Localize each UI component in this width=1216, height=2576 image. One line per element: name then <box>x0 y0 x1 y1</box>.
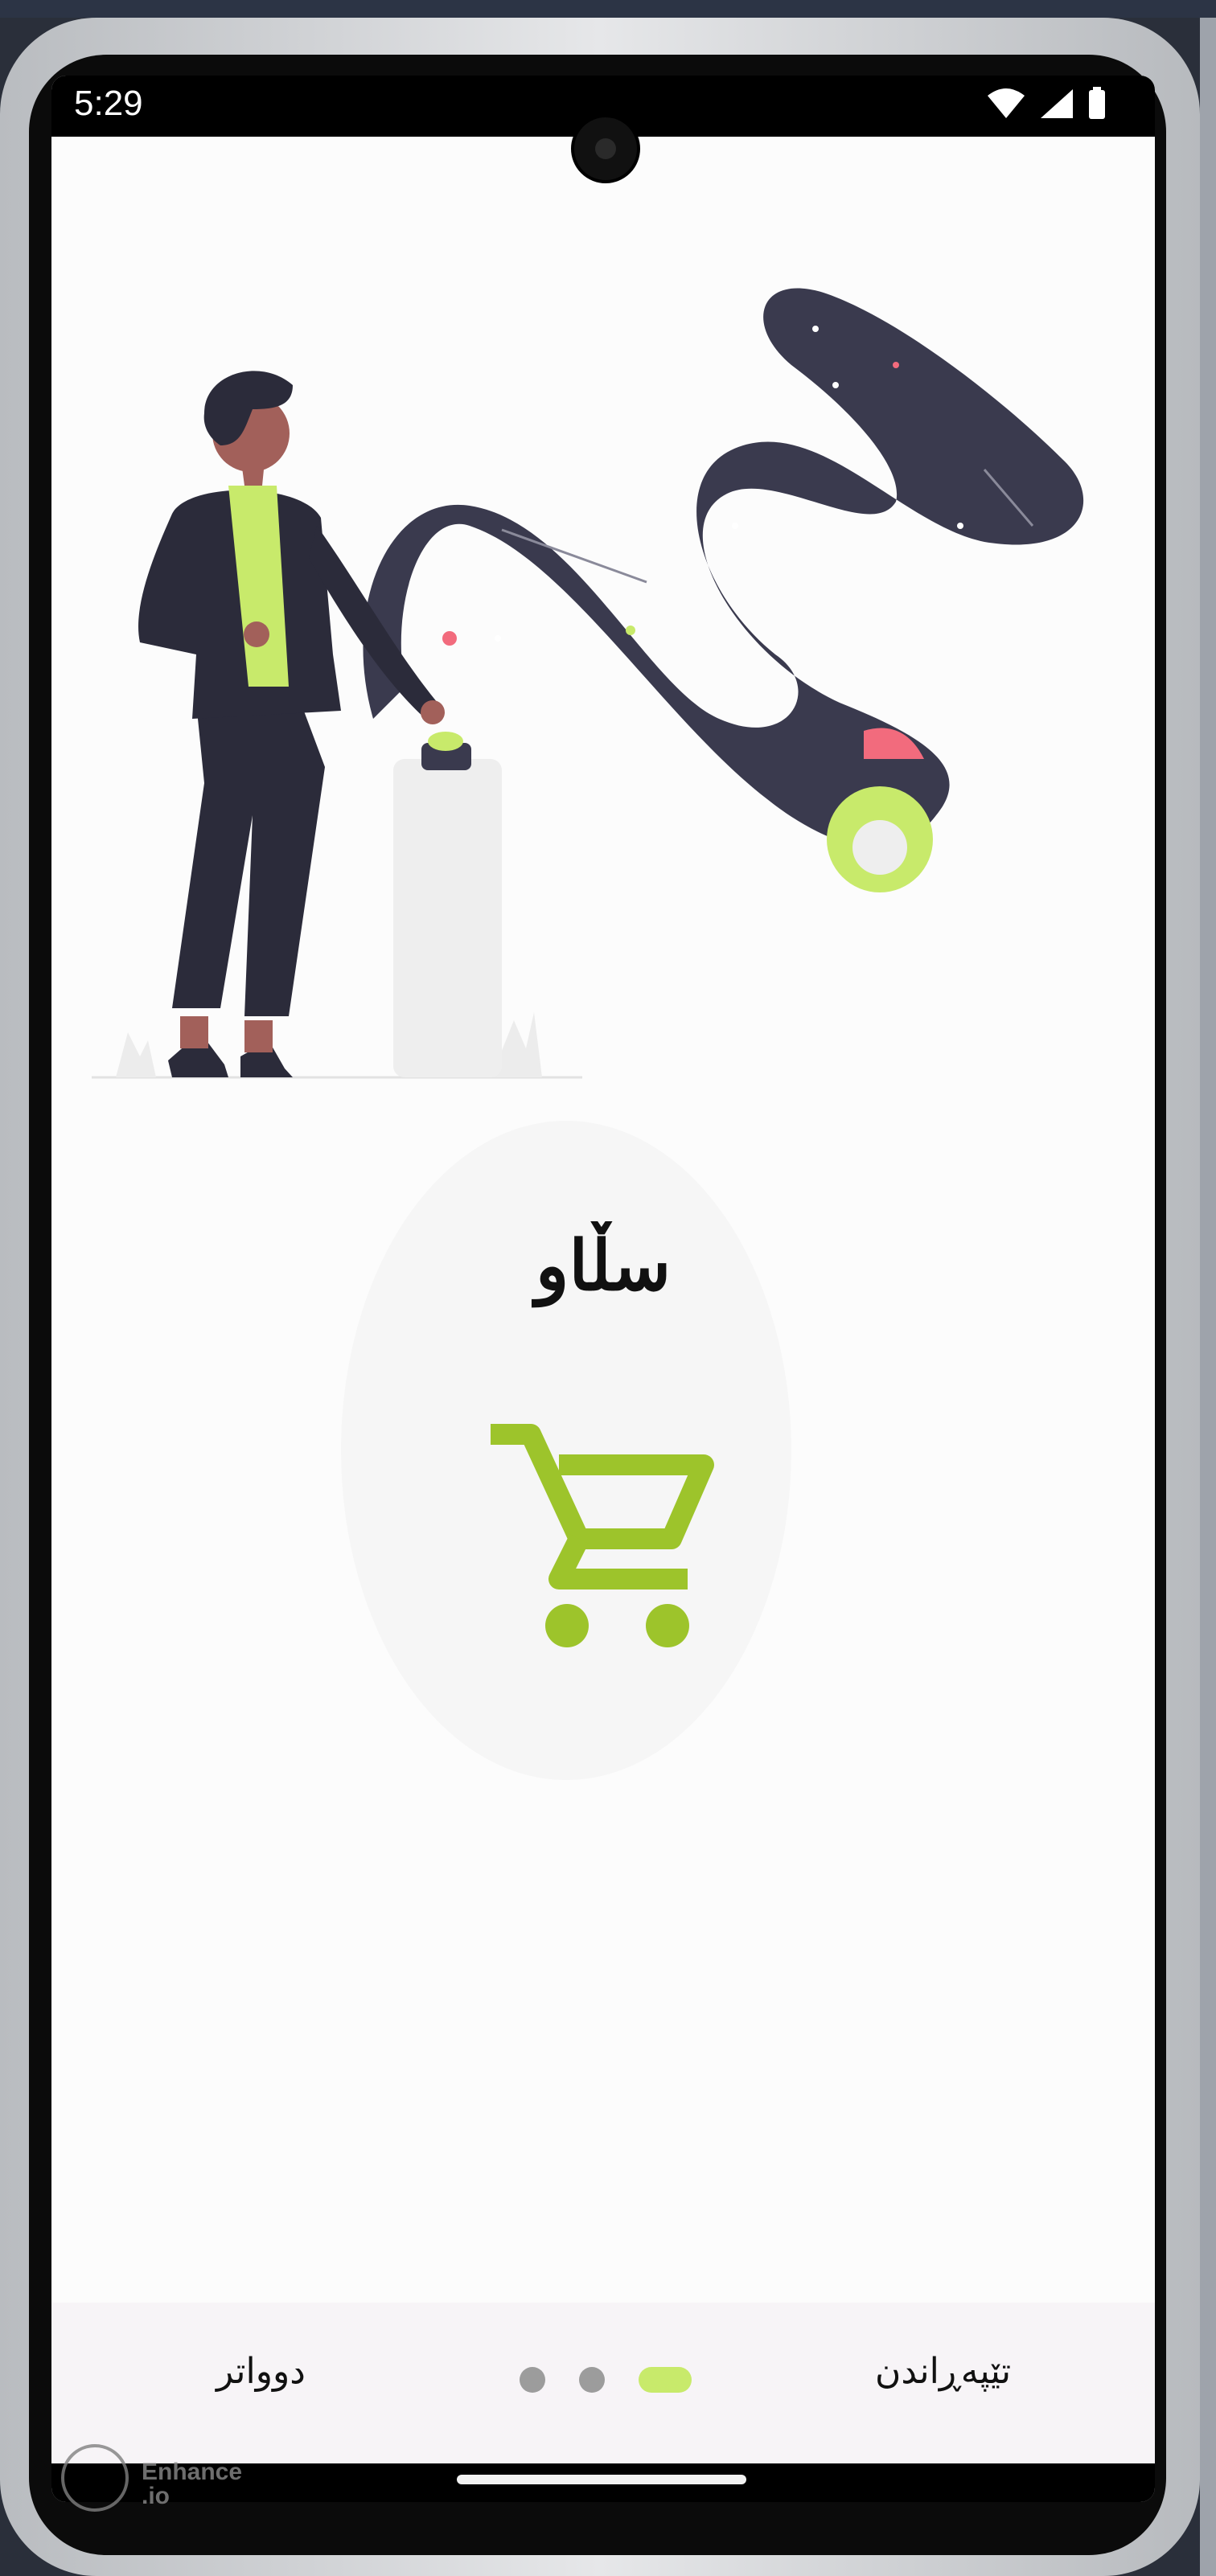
status-icons <box>986 87 1107 121</box>
page-indicator <box>520 2367 692 2393</box>
home-gesture-handle[interactable] <box>457 2475 746 2484</box>
front-camera <box>571 114 640 183</box>
watermark-text: Enhance .io <box>142 2459 243 2509</box>
wifi-icon <box>988 88 1025 118</box>
next-button[interactable]: دوواتر <box>216 2351 306 2392</box>
page-dot-2[interactable] <box>579 2367 605 2393</box>
cell-signal-icon <box>1041 89 1073 118</box>
status-time: 5:29 <box>74 84 143 123</box>
page-dot-1-active[interactable] <box>639 2367 692 2393</box>
window-top-bar <box>0 0 1216 18</box>
shopping-cart-icon <box>491 1424 714 1647</box>
phone-screen: 5:29 سڵاو تێپەڕاندن دوواتر <box>51 76 1155 2502</box>
battery-icon <box>1089 87 1105 119</box>
watermark-logo-icon <box>61 2444 129 2512</box>
onboarding-bottom-nav: تێپەڕاندن دوواتر <box>51 2303 1155 2463</box>
page-title: سڵاو <box>535 1225 672 1306</box>
background-strip <box>1200 18 1216 2576</box>
skip-button[interactable]: تێپەڕاندن <box>875 2351 1011 2392</box>
page-dot-3[interactable] <box>520 2367 545 2393</box>
person-pressing-button-illustration <box>92 288 1084 1079</box>
